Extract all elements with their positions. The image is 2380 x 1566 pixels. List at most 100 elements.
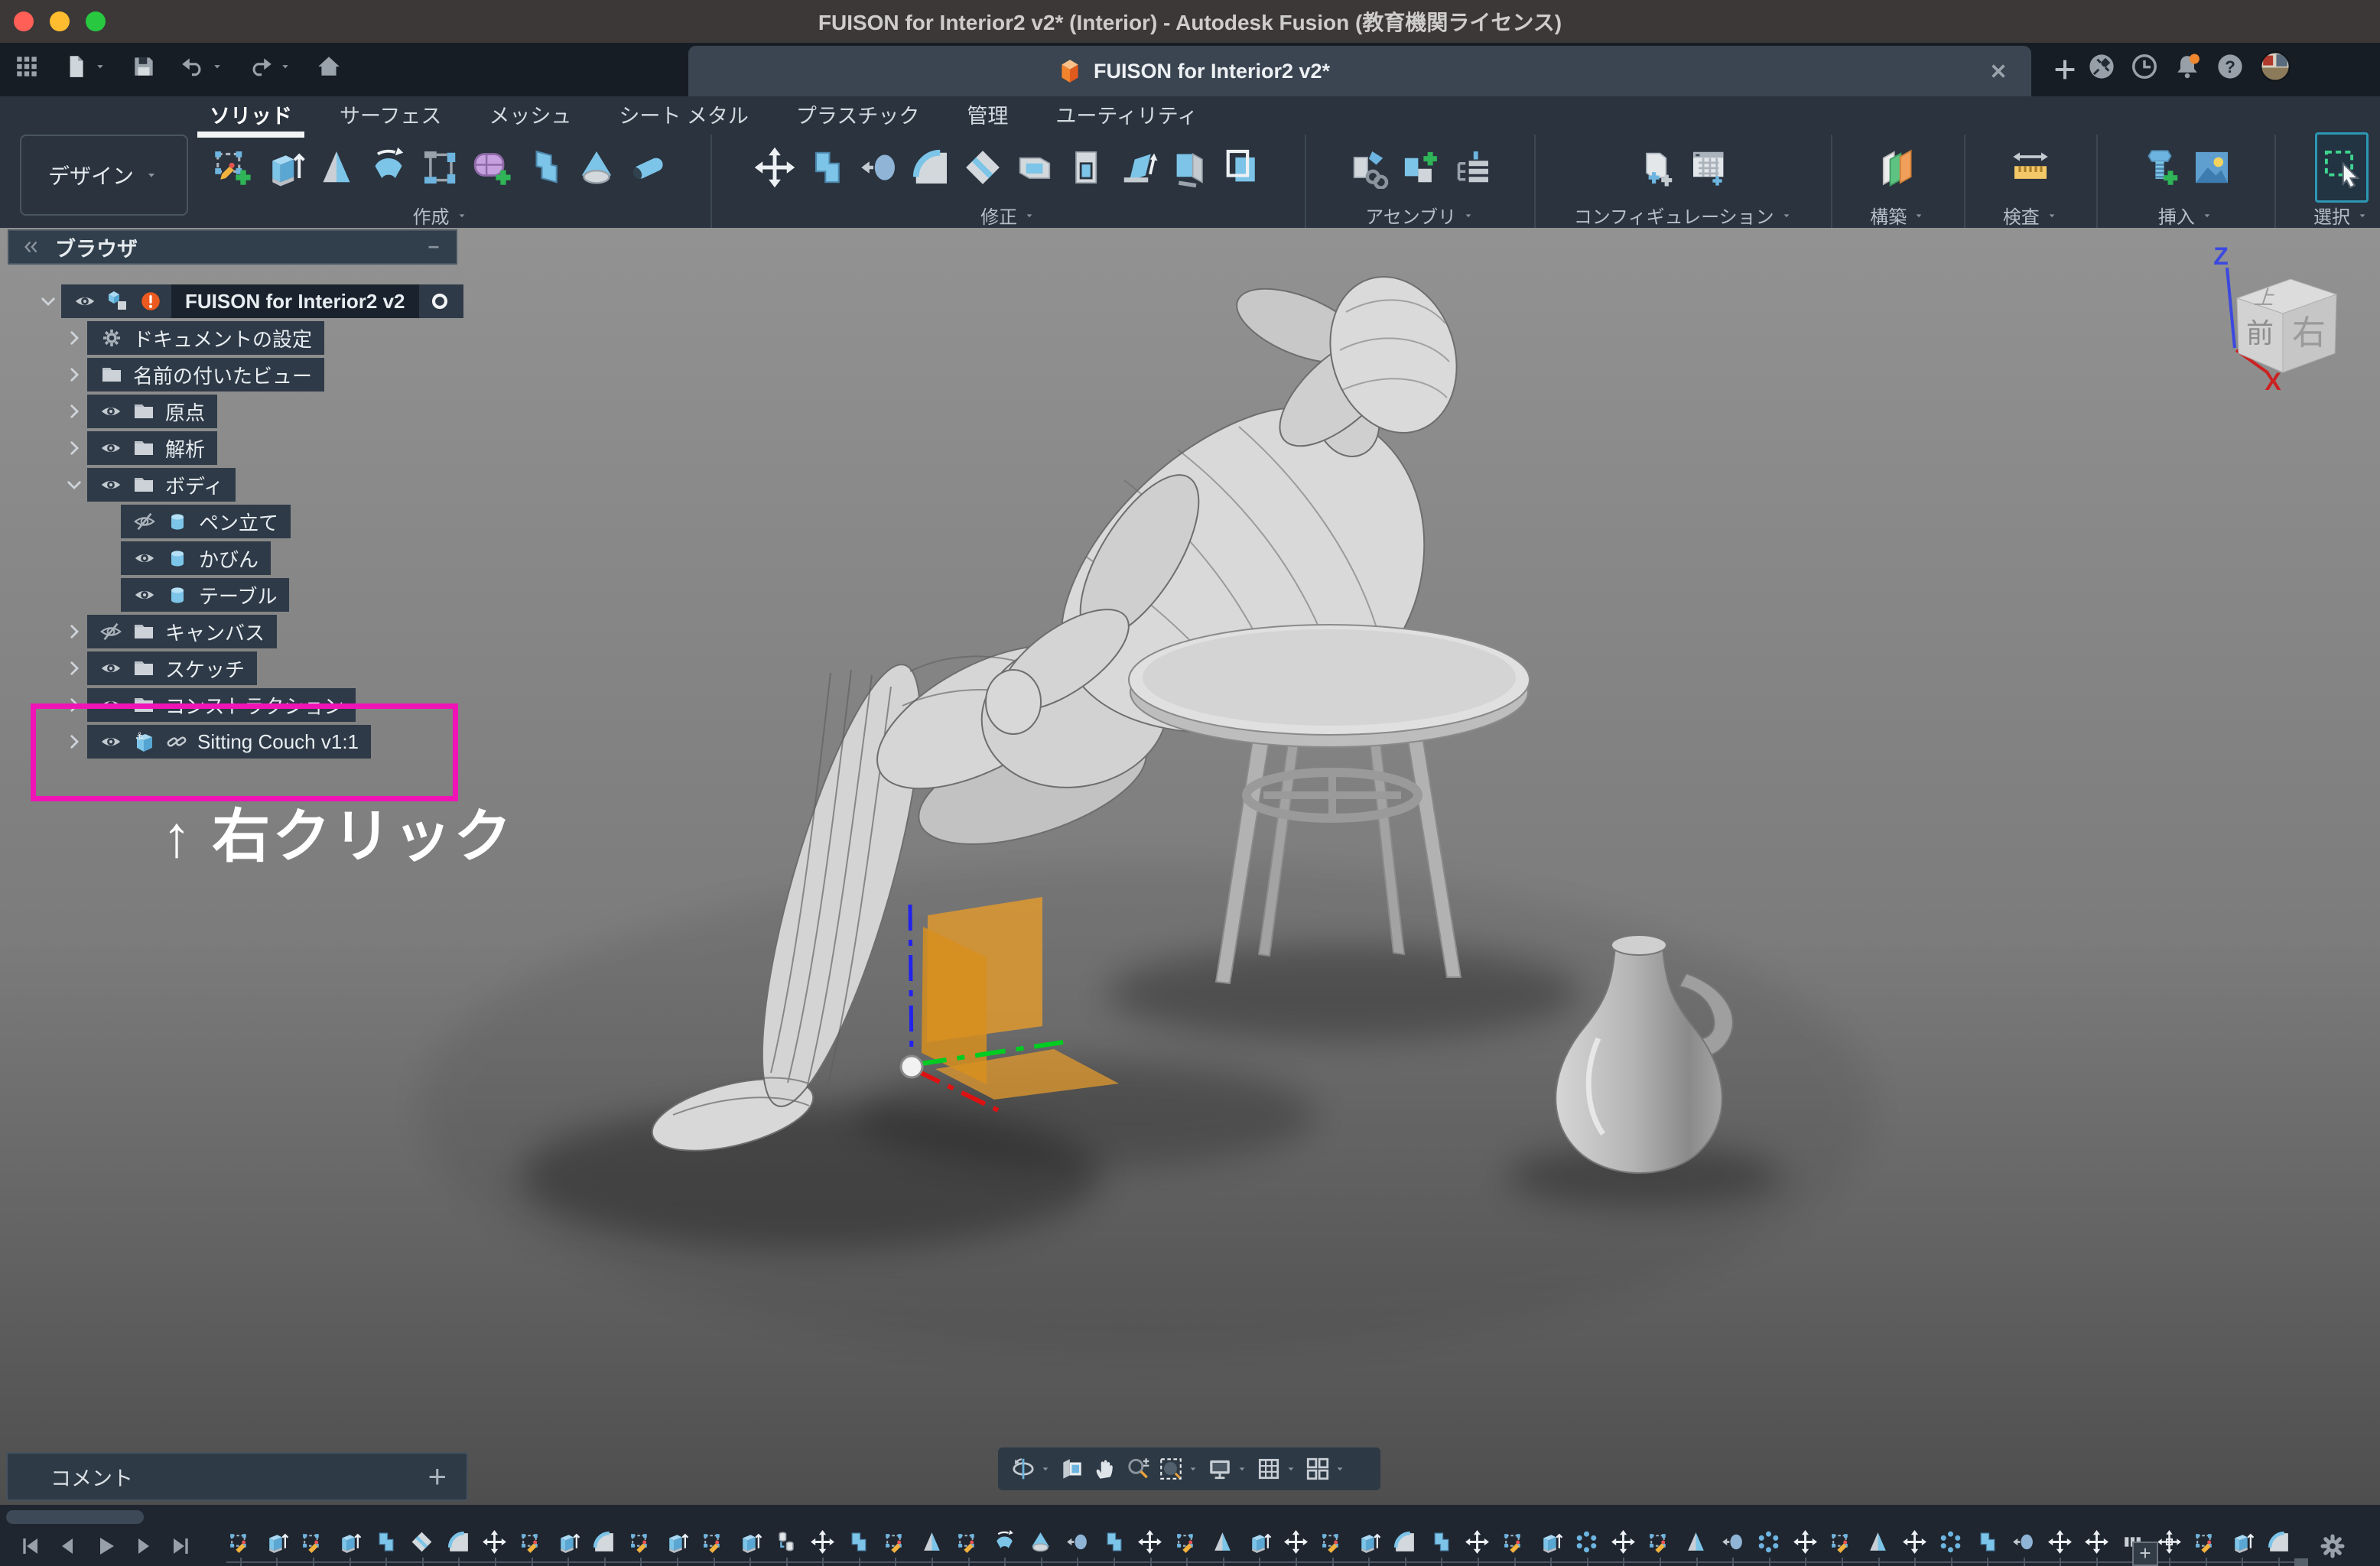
timeline-feature-4-extrude[interactable] [331, 1529, 368, 1564]
timeline-settings-button[interactable] [2319, 1532, 2346, 1560]
timeline-feature-10-extrude[interactable] [549, 1529, 586, 1564]
press-pull-button[interactable] [854, 135, 903, 200]
origin-point[interactable] [901, 1056, 922, 1077]
comments-bar[interactable]: コメント + [6, 1452, 468, 1501]
timeline-feature-46-revolve[interactable] [1860, 1529, 1897, 1564]
eye-icon[interactable] [99, 657, 122, 680]
timeline-feature-37-extrude[interactable] [1532, 1529, 1569, 1564]
bend-button[interactable] [520, 135, 569, 200]
timeline-ruler-thumb[interactable] [2294, 1558, 2308, 1566]
extrude-button[interactable] [260, 135, 309, 200]
timeline-feature-57-fillet[interactable] [2260, 1529, 2297, 1564]
timeline-feature-5-combine[interactable] [367, 1529, 404, 1564]
timeline-feature-32-extrude[interactable] [1350, 1529, 1387, 1564]
timeline-feature-34-combine[interactable] [1423, 1529, 1460, 1564]
construction-plane-button[interactable] [1874, 135, 1923, 200]
timeline-feature-36-sketch[interactable] [1496, 1529, 1533, 1564]
ribbon-tab-6[interactable]: 管理 [965, 96, 1010, 132]
timeline-feature-18-combine[interactable] [840, 1529, 877, 1564]
ribbon-group-label[interactable]: アセンブリ [1365, 202, 1475, 229]
collapse-icon[interactable] [21, 237, 41, 257]
timeline-feature-12-sketch[interactable] [623, 1529, 659, 1564]
chevron-right-icon[interactable] [61, 401, 87, 421]
ribbon-group-label[interactable]: 選択 [2313, 202, 2369, 229]
eye-icon[interactable] [73, 290, 96, 313]
job-status-button[interactable] [2129, 51, 2160, 82]
timeline-feature-27-sketch[interactable] [1168, 1529, 1205, 1564]
eye-icon[interactable] [99, 437, 122, 460]
close-window-button[interactable] [14, 11, 34, 31]
timeline-feature-47-move[interactable] [1896, 1529, 1933, 1564]
tree-item[interactable]: 名前の付いたビュー [87, 358, 324, 392]
timeline-feature-9-sketch[interactable] [513, 1529, 550, 1564]
timeline-feature-14-sketch[interactable] [695, 1529, 732, 1564]
move-button[interactable] [750, 135, 799, 200]
minimize-panel-icon[interactable] [424, 237, 444, 257]
viewports-button[interactable] [1305, 1456, 1347, 1482]
timeline-feature-29-extrude[interactable] [1241, 1529, 1278, 1564]
grid-settings-button[interactable] [1256, 1456, 1298, 1482]
split-body-button[interactable] [1062, 135, 1111, 200]
timeline-feature-40-sketch[interactable] [1641, 1529, 1678, 1564]
tree-item[interactable]: ドキュメントの設定 [87, 321, 324, 355]
timeline-feature-28-revolve[interactable] [1205, 1529, 1241, 1564]
timeline-feature-45-sketch[interactable] [1823, 1529, 1860, 1564]
new-component-button[interactable] [1396, 135, 1445, 200]
document-tab[interactable]: FUISON for Interior2 v2* [688, 46, 2031, 96]
ribbon-tab-1[interactable]: ソリッド [208, 96, 294, 132]
tree-item[interactable]: スケッチ [87, 651, 257, 685]
skip-end-button[interactable] [168, 1534, 193, 1558]
app-grid-button[interactable] [14, 54, 40, 80]
timeline-feature-2-extrude[interactable] [258, 1529, 295, 1564]
timeline-feature-31-sketch[interactable] [1314, 1529, 1351, 1564]
undo-button[interactable] [180, 54, 225, 80]
timeline-feature-39-move[interactable] [1605, 1529, 1642, 1564]
ribbon-group-label[interactable]: 挿入 [2158, 202, 2214, 229]
measure-button[interactable] [2006, 135, 2055, 200]
ribbon-group-label[interactable]: 修正 [980, 202, 1036, 229]
replace-face-button[interactable] [1166, 135, 1215, 200]
extensions-button[interactable] [2086, 51, 2117, 82]
timeline-feature-15-extrude[interactable] [731, 1529, 768, 1564]
skip-start-button[interactable] [18, 1534, 43, 1558]
fit-button[interactable] [1158, 1456, 1200, 1482]
timeline-feature-44-move[interactable] [1787, 1529, 1824, 1564]
combine-button[interactable] [802, 135, 851, 200]
close-x-icon[interactable] [1985, 58, 2011, 84]
tree-item[interactable]: ボディ [87, 468, 236, 502]
minimize-window-button[interactable] [50, 11, 70, 31]
avatar-button[interactable] [2258, 49, 2293, 84]
insert-link-button[interactable] [1344, 135, 1393, 200]
timeline-feature-56-extrude[interactable] [2224, 1529, 2261, 1564]
timeline-feature-19-sketch[interactable] [877, 1529, 914, 1564]
eye-icon[interactable] [99, 400, 122, 423]
plus-icon[interactable] [2051, 56, 2079, 83]
timeline-feature-8-move[interactable] [476, 1529, 513, 1564]
timeline-feature-7-fillet[interactable] [441, 1529, 477, 1564]
chevron-right-icon[interactable] [61, 658, 87, 678]
tree-item[interactable]: 解析 [87, 431, 217, 465]
timeline-feature-49-combine[interactable] [1969, 1529, 2006, 1564]
browser-header[interactable]: ブラウザ [8, 229, 457, 265]
help-button[interactable]: ? [2215, 51, 2245, 82]
fillet-button[interactable] [906, 135, 955, 200]
tree-item[interactable]: 原点 [87, 395, 217, 428]
timeline-feature-41-revolve[interactable] [1678, 1529, 1715, 1564]
ribbon-group-label[interactable]: コンフィギュレーション [1574, 202, 1793, 229]
chevron-down-icon[interactable] [35, 291, 61, 311]
timeline-feature-16-copy[interactable] [768, 1529, 805, 1564]
timeline-feature-23-loft[interactable] [1023, 1529, 1059, 1564]
play-button[interactable] [93, 1534, 118, 1558]
timeline-feature-51-move[interactable] [2042, 1529, 2079, 1564]
tree-item[interactable]: ペン立て [121, 505, 291, 538]
timeline-feature-55-sketch[interactable] [2187, 1529, 2224, 1564]
eye-icon[interactable] [133, 547, 156, 570]
tree-item[interactable]: キャンバス [87, 615, 277, 648]
new-tab-button[interactable] [2051, 56, 2079, 83]
redo-button[interactable] [248, 54, 293, 80]
timeline-feature-43-pattern[interactable] [1751, 1529, 1787, 1564]
timeline-feature-50-press-pull[interactable] [2005, 1529, 2042, 1564]
timeline-feature-52-move[interactable] [2078, 1529, 2115, 1564]
ribbon-group-label[interactable]: 検査 [2003, 202, 2059, 229]
file-new-button[interactable] [63, 54, 108, 80]
